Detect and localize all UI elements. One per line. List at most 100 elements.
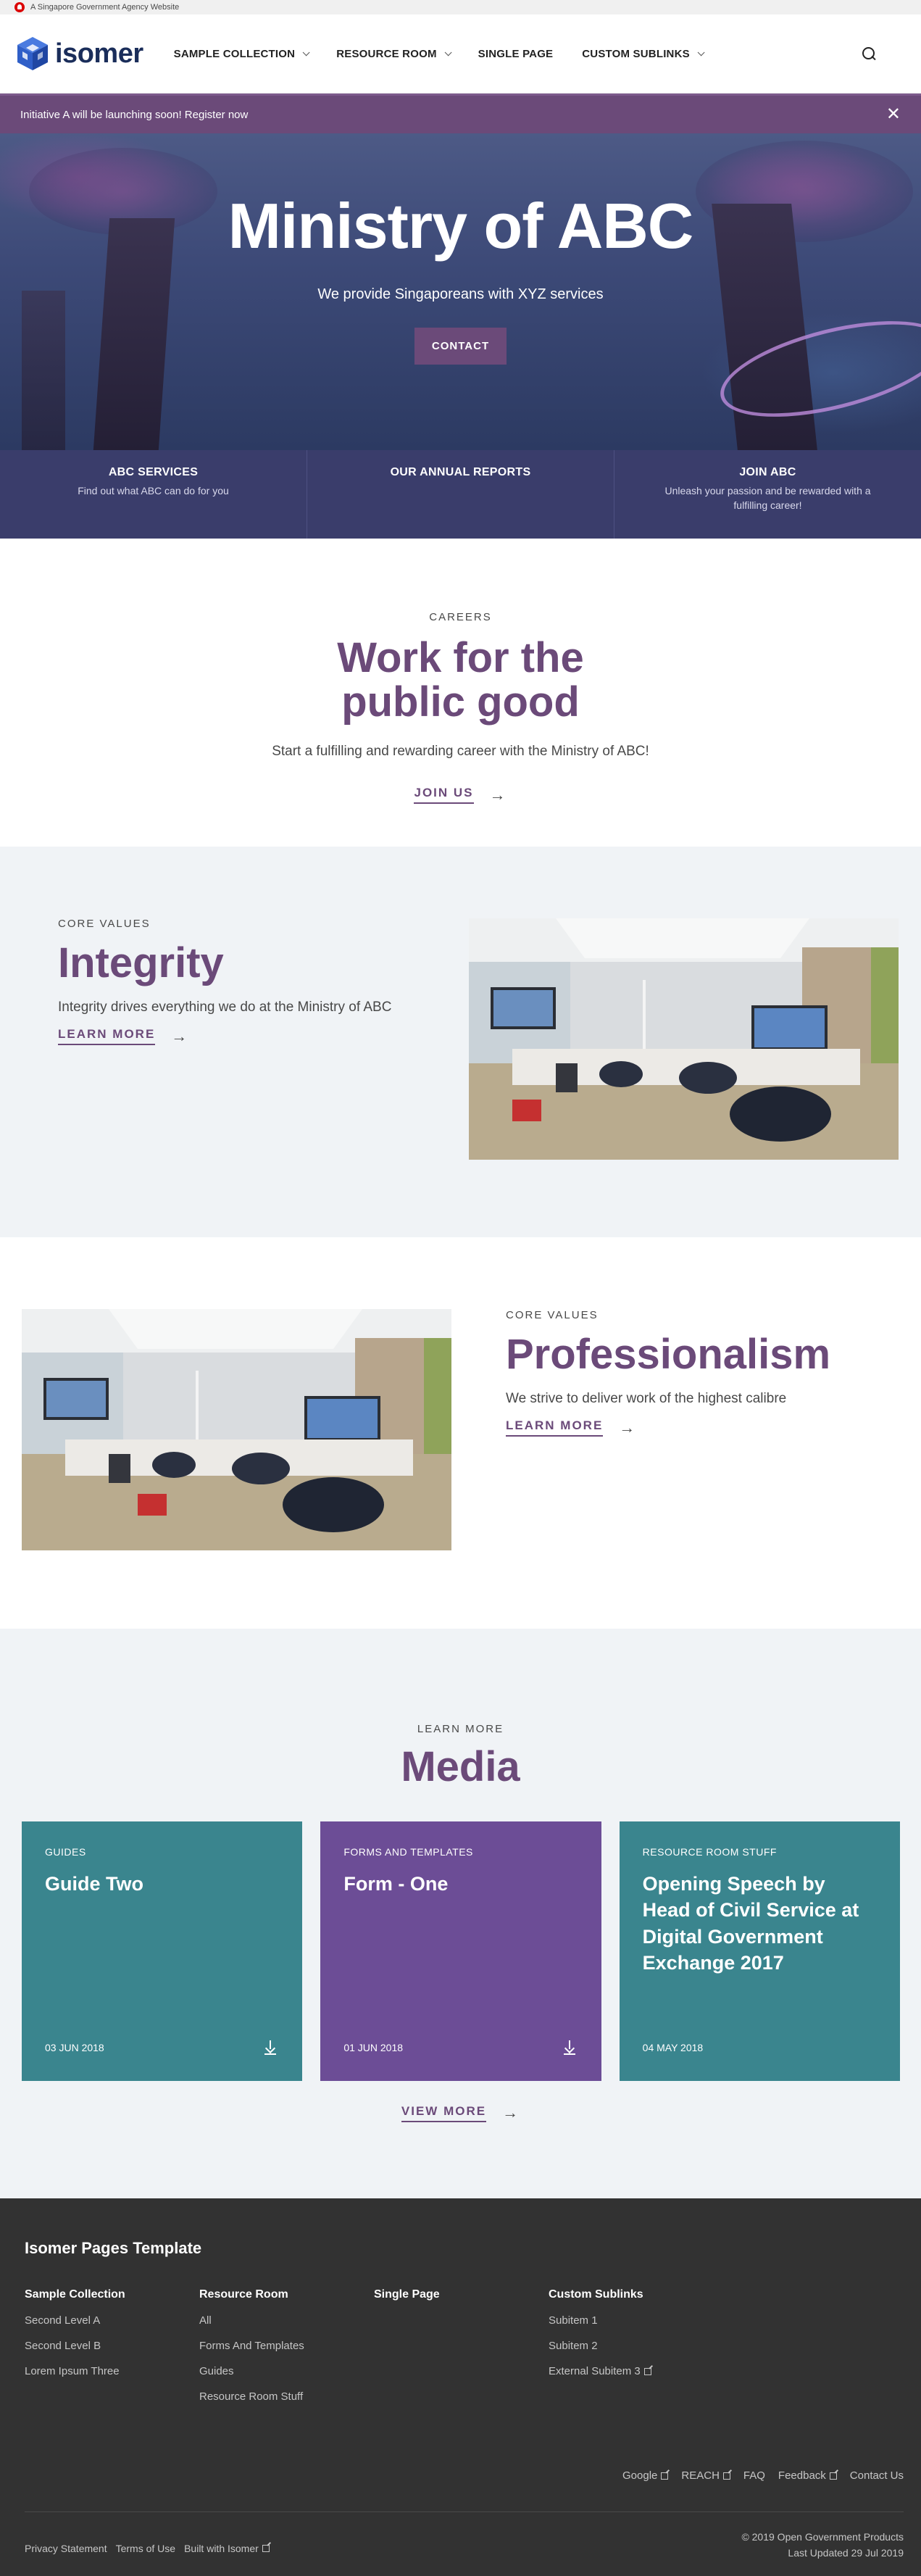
footer-link-label: Contact Us [849, 2469, 904, 2482]
nav-label: SINGLE PAGE [478, 47, 554, 60]
arrow-right-icon: → [502, 2103, 520, 2122]
built-with-isomer-link[interactable]: Built with Isomer [184, 2543, 270, 2554]
hero-banner: Ministry of ABC We provide Singaporeans … [0, 133, 921, 450]
office-illustration [469, 918, 899, 1160]
media-card[interactable]: GUIDES Guide Two 03 JUN 2018 [22, 1821, 303, 2081]
privacy-statement-link[interactable]: Privacy Statement [25, 2543, 107, 2554]
media-section: LEARN MORE Media GUIDES Guide Two 03 JUN… [0, 1629, 921, 2198]
notification-text[interactable]: Initiative A will be launching soon! Reg… [20, 109, 248, 121]
nav-item-sample-collection[interactable]: SAMPLE COLLECTION [173, 47, 310, 60]
card-date: 01 JUN 2018 [343, 2042, 404, 2053]
arrow-right-icon: → [489, 785, 507, 804]
hero-content: Ministry of ABC We provide Singaporeans … [0, 191, 921, 365]
link-label: LEARN MORE [58, 1027, 156, 1046]
download-icon[interactable] [563, 2040, 575, 2055]
section-eyebrow: CORE VALUES [58, 918, 151, 930]
office-illustration [22, 1309, 451, 1550]
footer-column-heading[interactable]: Single Page [374, 2288, 549, 2301]
highlight-abc-services[interactable]: ABC SERVICES Find out what ABC can do fo… [0, 450, 307, 539]
footer-link-contact-us[interactable]: Contact Us [850, 2469, 904, 2482]
notification-banner: Initiative A will be launching soon! Reg… [0, 94, 921, 133]
highlight-title: ABC SERVICES [108, 466, 199, 478]
contact-button[interactable]: CONTACT [414, 327, 507, 365]
external-link-icon [829, 2472, 837, 2480]
close-icon[interactable]: ✕ [886, 106, 901, 123]
footer-link-label: External Subitem 3 [549, 2365, 641, 2377]
footer-link[interactable]: Guides [199, 2365, 374, 2377]
footer-column: Custom Sublinks Subitem 1 Subitem 2 Exte… [549, 2288, 723, 2416]
footer-link-feedback[interactable]: Feedback [778, 2469, 837, 2482]
footer-link[interactable]: Subitem 2 [549, 2340, 723, 2352]
section-eyebrow: CORE VALUES [506, 1309, 599, 1321]
external-link-icon [643, 2367, 651, 2375]
footer: Isomer Pages Template Sample Collection … [0, 2198, 921, 2576]
external-link-icon [262, 2545, 270, 2552]
highlight-title: JOIN ABC [739, 466, 796, 478]
nav-label: SAMPLE COLLECTION [173, 47, 296, 60]
isomer-cube-icon [17, 37, 48, 70]
highlight-join-abc[interactable]: JOIN ABC Unleash your passion and be rew… [614, 450, 921, 539]
footer-column-heading[interactable]: Sample Collection [25, 2288, 199, 2301]
footer-link[interactable]: All [199, 2314, 374, 2327]
logo-text: isomer [55, 38, 143, 69]
join-us-link[interactable]: JOIN US → [414, 786, 507, 805]
hero-title: Ministry of ABC [228, 190, 694, 262]
footer-link[interactable]: Resource Room Stuff [199, 2390, 374, 2403]
arrow-right-icon: → [619, 1418, 637, 1437]
card-category: GUIDES [45, 1846, 86, 1858]
card-category: RESOURCE ROOM STUFF [642, 1846, 777, 1858]
media-cards: GUIDES Guide Two 03 JUN 2018 FORMS AND T… [22, 1821, 900, 2081]
footer-column-heading[interactable]: Custom Sublinks [549, 2288, 723, 2301]
highlight-description: Unleash your passion and be rewarded wit… [664, 485, 871, 512]
office-photo [22, 1309, 451, 1550]
footer-column: Resource Room All Forms And Templates Gu… [199, 2288, 374, 2416]
footer-link[interactable]: Second Level B [25, 2340, 199, 2352]
nav-item-resource-room[interactable]: RESOURCE ROOM [336, 47, 452, 60]
footer-divider [25, 2511, 904, 2512]
footer-link[interactable]: Lorem Ipsum Three [25, 2365, 199, 2377]
section-eyebrow: LEARN MORE [417, 1723, 504, 1735]
infopic-integrity: CORE VALUES Integrity Integrity drives e… [0, 847, 921, 1237]
last-updated-text: Last Updated 29 Jul 2019 [788, 2547, 904, 2559]
card-date: 03 JUN 2018 [45, 2042, 104, 2053]
card-title: Guide Two [45, 1873, 143, 1895]
nav-item-custom-sublinks[interactable]: CUSTOM SUBLINKS [582, 47, 705, 60]
learn-more-link[interactable]: LEARN MORE → [58, 1027, 188, 1046]
learn-more-link[interactable]: LEARN MORE → [506, 1418, 636, 1437]
chevron-down-icon [697, 48, 705, 56]
logo[interactable]: isomer [16, 36, 143, 72]
highlight-annual-reports[interactable]: OUR ANNUAL REPORTS [307, 450, 614, 539]
office-photo [469, 918, 899, 1160]
nav-label: CUSTOM SUBLINKS [582, 47, 690, 60]
footer-link[interactable]: Forms And Templates [199, 2340, 374, 2352]
footer-link-google[interactable]: Google [622, 2469, 669, 2482]
search-icon[interactable] [860, 45, 878, 62]
highlight-title: OUR ANNUAL REPORTS [390, 466, 531, 478]
nav-label: RESOURCE ROOM [336, 47, 437, 60]
singapore-lion-icon [14, 2, 25, 12]
footer-column-heading[interactable]: Resource Room [199, 2288, 374, 2301]
footer-link-faq[interactable]: FAQ [743, 2469, 765, 2482]
media-card[interactable]: RESOURCE ROOM STUFF Opening Speech by He… [619, 1821, 900, 2081]
masthead-text: A Singapore Government Agency Website [30, 3, 180, 12]
navbar: isomer SAMPLE COLLECTION RESOURCE ROOM S… [0, 14, 921, 94]
footer-link[interactable]: Subitem 1 [549, 2314, 723, 2327]
copyright-text: © 2019 Open Government Products [741, 2531, 904, 2543]
card-category: FORMS AND TEMPLATES [343, 1846, 473, 1858]
nav-item-single-page[interactable]: SINGLE PAGE [478, 48, 554, 60]
highlight-description: Find out what ABC can do for you [78, 485, 229, 496]
footer-link[interactable]: Second Level A [25, 2314, 199, 2327]
infopic-text: CORE VALUES Professionalism We strive to… [506, 1309, 830, 1437]
footer-link-external[interactable]: External Subitem 3 [549, 2365, 723, 2377]
download-icon[interactable] [264, 2040, 277, 2055]
terms-of-use-link[interactable]: Terms of Use [116, 2543, 175, 2554]
footer-link-reach[interactable]: REACH [681, 2469, 730, 2482]
section-eyebrow: CAREERS [429, 611, 492, 623]
media-card[interactable]: FORMS AND TEMPLATES Form - One 01 JUN 20… [320, 1821, 601, 2081]
footer-copyright: © 2019 Open Government Products Last Upd… [741, 2529, 904, 2562]
infopic-text: CORE VALUES Integrity Integrity drives e… [58, 918, 391, 1046]
view-more-link[interactable]: VIEW MORE → [401, 2103, 520, 2122]
footer-columns: Sample Collection Second Level A Second … [25, 2288, 723, 2416]
media-title: Media [401, 1743, 520, 1790]
hero-subtitle: We provide Singaporeans with XYZ service… [317, 286, 604, 302]
